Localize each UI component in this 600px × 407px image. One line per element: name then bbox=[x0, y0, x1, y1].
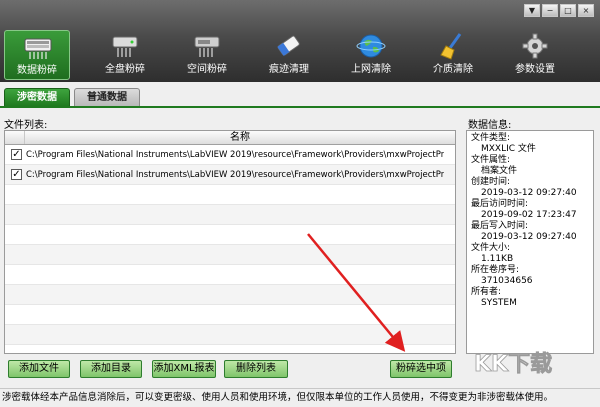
tab-classified-data[interactable]: 涉密数据 bbox=[4, 88, 70, 106]
info-key: 创建时间: bbox=[471, 177, 511, 187]
table-header: 名称 bbox=[5, 131, 455, 145]
add-directory-button[interactable]: 添加目录 bbox=[80, 360, 142, 378]
shred-selected-button[interactable]: 粉碎选中项 bbox=[390, 360, 452, 378]
empty-row bbox=[5, 205, 455, 225]
empty-row bbox=[5, 325, 455, 345]
info-value: 1.11KB bbox=[481, 254, 514, 264]
status-bar: 涉密载体经本产品信息消除后，可以变更密级、使用人员和使用环境，但仅限本单位的工作… bbox=[0, 388, 600, 407]
info-value: MXXLIC 文件 bbox=[481, 144, 536, 154]
eraser-icon bbox=[277, 35, 300, 56]
toolbar-settings[interactable]: 参数设置 bbox=[494, 30, 576, 80]
toolbar-internet-clean[interactable]: 上网清除 bbox=[330, 30, 412, 80]
add-xml-report-button[interactable]: 添加XML报表 bbox=[152, 360, 216, 378]
row-checkbox[interactable]: ✓ bbox=[11, 169, 22, 180]
minimize-button[interactable]: − bbox=[542, 4, 558, 17]
toolbar-label: 全盘粉碎 bbox=[105, 64, 145, 75]
info-key: 所有者: bbox=[471, 287, 502, 297]
info-value: 档案文件 bbox=[481, 166, 518, 176]
globe-icon bbox=[356, 34, 386, 58]
empty-row bbox=[5, 285, 455, 305]
data-info-panel: 文件类型: MXXLIC 文件 文件属性: 档案文件 创建时间: 2019-03… bbox=[466, 130, 594, 354]
tab-normal-data[interactable]: 普通数据 bbox=[74, 88, 140, 106]
info-key: 文件属性: bbox=[471, 155, 511, 165]
keyboard-shredder-icon bbox=[24, 38, 52, 59]
info-value: 2019-03-12 09:27:40 bbox=[481, 232, 577, 242]
app-header: ▼ − □ × 数据粉碎 全盘粉碎 空间粉碎 痕迹清理 上网清除 介质清除 参数… bbox=[0, 0, 600, 82]
info-value: 371034656 bbox=[481, 276, 533, 286]
info-value: 2019-09-02 17:23:47 bbox=[481, 210, 577, 220]
tab-underline bbox=[0, 106, 600, 108]
main-toolbar: 数据粉碎 全盘粉碎 空间粉碎 痕迹清理 上网清除 介质清除 参数设置 bbox=[4, 30, 576, 80]
toolbar-label: 介质清除 bbox=[433, 64, 473, 75]
table-row[interactable]: ✓ C:\Program Files\National Instruments\… bbox=[5, 145, 455, 165]
file-path: C:\Program Files\National Instruments\La… bbox=[26, 149, 444, 160]
toolbar-trace-clean[interactable]: 痕迹清理 bbox=[248, 30, 330, 80]
column-header-name[interactable]: 名称 bbox=[25, 131, 455, 144]
window-controls: ▼ − □ × bbox=[524, 4, 594, 17]
empty-row bbox=[5, 185, 455, 205]
toolbar-label: 痕迹清理 bbox=[269, 64, 309, 75]
add-file-button[interactable]: 添加文件 bbox=[8, 360, 70, 378]
empty-row bbox=[5, 305, 455, 325]
toolbar-label: 数据粉碎 bbox=[17, 65, 57, 76]
tab-bar: 涉密数据 普通数据 bbox=[4, 88, 144, 106]
empty-row bbox=[5, 245, 455, 265]
empty-row bbox=[5, 225, 455, 245]
toolbar-media-clean[interactable]: 介质清除 bbox=[412, 30, 494, 80]
file-list-table: 名称 ✓ C:\Program Files\National Instrumen… bbox=[4, 130, 456, 354]
maximize-button[interactable]: □ bbox=[560, 4, 576, 17]
hard-drive-shredder-icon bbox=[112, 36, 138, 57]
toolbar-data-shred[interactable]: 数据粉碎 bbox=[4, 30, 70, 80]
header-check-column bbox=[5, 131, 25, 144]
empty-row bbox=[5, 265, 455, 285]
info-key: 所在卷序号: bbox=[471, 265, 520, 275]
info-key: 文件大小: bbox=[471, 243, 511, 253]
toolbar-label: 空间粉碎 bbox=[187, 64, 227, 75]
info-key: 最后写入时间: bbox=[471, 221, 529, 231]
row-checkbox[interactable]: ✓ bbox=[11, 149, 22, 160]
toolbar-space-shred[interactable]: 空间粉碎 bbox=[166, 30, 248, 80]
broom-icon bbox=[440, 33, 462, 60]
main-content: 涉密数据 普通数据 文件列表: 数据信息: 名称 ✓ C:\Program Fi… bbox=[0, 82, 600, 388]
info-value: SYSTEM bbox=[481, 298, 517, 308]
table-row[interactable]: ✓ C:\Program Files\National Instruments\… bbox=[5, 165, 455, 185]
close-button[interactable]: × bbox=[578, 4, 594, 17]
delete-list-button[interactable]: 删除列表 bbox=[224, 360, 288, 378]
file-path: C:\Program Files\National Instruments\La… bbox=[26, 169, 444, 180]
disk-space-shredder-icon bbox=[194, 36, 220, 57]
watermark-text: KK下载 bbox=[474, 351, 552, 377]
info-key: 最后访问时间: bbox=[471, 199, 529, 209]
watermark-logo: KK下载 bbox=[472, 349, 582, 378]
toolbar-full-disk-shred[interactable]: 全盘粉碎 bbox=[84, 30, 166, 80]
toolbar-label: 上网清除 bbox=[351, 64, 391, 75]
info-value: 2019-03-12 09:27:40 bbox=[481, 188, 577, 198]
file-list-label: 文件列表: bbox=[4, 120, 48, 131]
toolbar-label: 参数设置 bbox=[515, 64, 555, 75]
data-info-label: 数据信息: bbox=[468, 120, 512, 131]
menu-dropdown-button[interactable]: ▼ bbox=[524, 4, 540, 17]
gear-icon bbox=[522, 33, 548, 59]
info-key: 文件类型: bbox=[471, 133, 511, 143]
